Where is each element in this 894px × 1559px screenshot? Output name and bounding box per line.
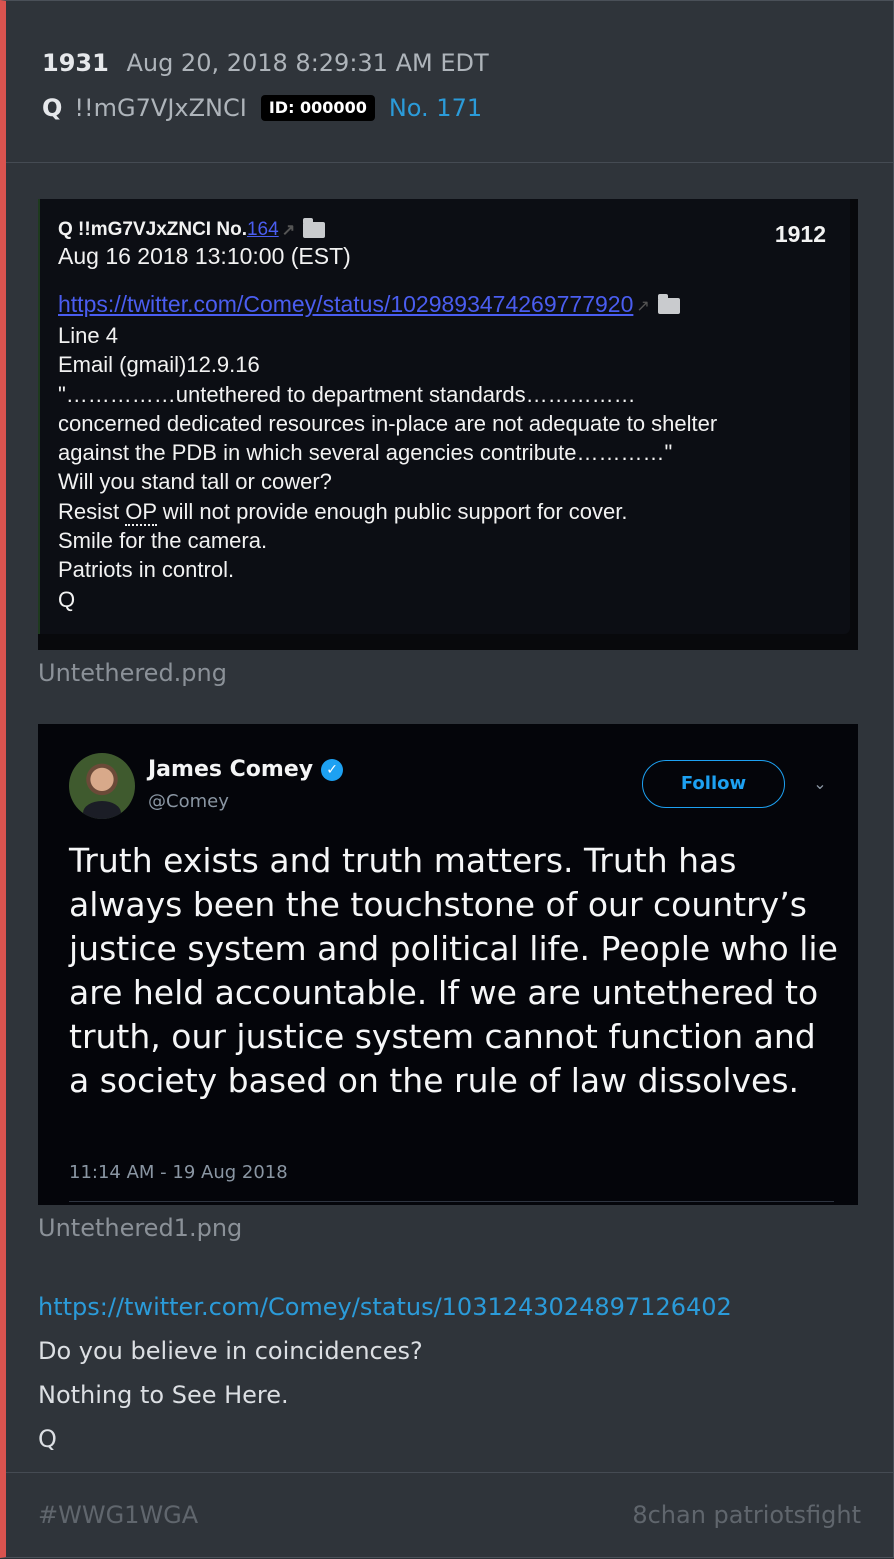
tweet-author: James Comey ✓ bbox=[148, 757, 344, 782]
post-body: https://twitter.com/Comey/status/1031243… bbox=[38, 1285, 732, 1461]
screenshot-line: Will you stand tall or cower? bbox=[58, 469, 332, 495]
screenshot-post: Q !!mG7VJxZNCI No.164 ↗ 1912 Aug 16 2018 … bbox=[38, 199, 850, 634]
screenshot-line: Email (gmail)12.9.16 bbox=[58, 352, 260, 378]
folder-icon bbox=[303, 217, 326, 238]
body-line: Nothing to See Here. bbox=[38, 1381, 289, 1409]
author-name: Q bbox=[42, 94, 63, 122]
screenshot-line: "……………untethered to department standards… bbox=[58, 381, 636, 407]
post-no-link[interactable]: No. 171 bbox=[389, 91, 482, 125]
tweet-text: Truth exists and truth matters. Truth ha… bbox=[69, 841, 838, 1100]
source-label: 8chan patriotsfight bbox=[632, 1501, 861, 1529]
resist-suffix: will not provide enough public support f… bbox=[156, 498, 628, 524]
hashtag: #WWG1WGA bbox=[38, 1501, 199, 1529]
external-link-icon: ↗ bbox=[636, 297, 650, 315]
folder-icon bbox=[657, 293, 680, 314]
post-meta: 1931 Aug 20, 2018 8:29:31 AM EDT bbox=[42, 47, 489, 79]
tripcode: !!mG7VJxZNCI bbox=[74, 94, 247, 122]
tweet-author-name: James Comey bbox=[148, 757, 314, 782]
post-number: 1931 bbox=[42, 49, 109, 77]
attachment-image-untethered[interactable]: Q !!mG7VJxZNCI No.164 ↗ 1912 Aug 16 2018 … bbox=[38, 199, 858, 650]
id-badge: ID: 000000 bbox=[260, 95, 375, 121]
screenshot-line: Smile for the camera. bbox=[58, 528, 268, 554]
image-caption[interactable]: Untethered.png bbox=[38, 659, 227, 687]
tweet-handle: @Comey bbox=[148, 791, 229, 812]
screenshot-url-text: https://twitter.com/Comey/status/1029893… bbox=[58, 291, 634, 317]
tweet-time: 11:14 AM - 19 Aug 2018 bbox=[69, 1162, 288, 1183]
screenshot-date: Aug 16 2018 13:10:00 (EST) bbox=[58, 243, 351, 269]
post-header: 1931 Aug 20, 2018 8:29:31 AM EDT Q !!mG7… bbox=[6, 1, 893, 163]
avatar bbox=[69, 753, 135, 819]
screenshot-body: Line 4 Email (gmail)12.9.16 "……………unteth… bbox=[58, 321, 717, 614]
resist-prefix: Resist bbox=[58, 498, 126, 524]
op-abbr: OP bbox=[125, 498, 157, 526]
chevron-down-icon: ⌄ bbox=[813, 774, 827, 793]
post-card: 1931 Aug 20, 2018 8:29:31 AM EDT Q !!mG7… bbox=[0, 0, 894, 1558]
divider bbox=[69, 1201, 834, 1202]
post-timestamp: Aug 20, 2018 8:29:31 AM EDT bbox=[126, 49, 489, 77]
screenshot-line: concerned dedicated resources in-place a… bbox=[58, 410, 718, 436]
screenshot-line-resist: Resist OP will not provide enough public… bbox=[58, 497, 717, 526]
screenshot-line: Line 4 bbox=[58, 323, 118, 348]
screenshot-header: Q !!mG7VJxZNCI No.164 ↗ bbox=[58, 217, 326, 241]
image-caption[interactable]: Untethered1.png bbox=[38, 1214, 242, 1242]
body-signature: Q bbox=[38, 1425, 57, 1453]
body-line: Do you believe in coincidences? bbox=[38, 1337, 423, 1365]
verified-icon: ✓ bbox=[321, 758, 344, 781]
author-line: Q !!mG7VJxZNCI ID: 000000 No. 171 bbox=[42, 91, 482, 125]
screenshot-ref-link: 164 bbox=[246, 219, 279, 240]
follow-button: Follow bbox=[642, 760, 785, 808]
external-link-icon: ↗ bbox=[281, 221, 296, 239]
screenshot-number: 1912 bbox=[774, 221, 826, 247]
screenshot-line: Patriots in control. bbox=[58, 557, 235, 583]
screenshot-line: Q bbox=[58, 586, 76, 612]
attachment-image-tweet[interactable]: James Comey ✓ @Comey Follow ⌄ Truth exis… bbox=[38, 724, 858, 1205]
screenshot-url: https://twitter.com/Comey/status/1029893… bbox=[58, 291, 680, 318]
screenshot-author: Q !!mG7VJxZNCI No. bbox=[58, 219, 247, 240]
tweet-link[interactable]: https://twitter.com/Comey/status/1031243… bbox=[38, 1285, 732, 1329]
screenshot-line: against the PDB in which several agencie… bbox=[58, 440, 673, 466]
post-footer: #WWG1WGA 8chan patriotsfight bbox=[6, 1472, 893, 1559]
